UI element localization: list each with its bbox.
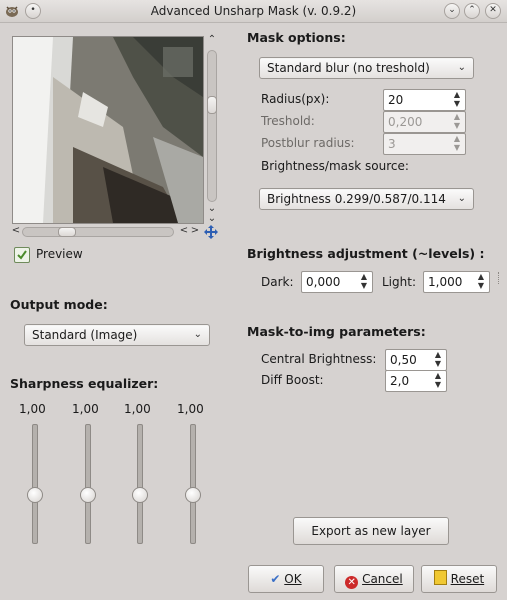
equalizer-value-label: 1,00 — [72, 402, 99, 416]
output-mode-heading: Output mode: — [10, 297, 108, 312]
spin-arrows-icon: ▲ ▼ — [453, 112, 461, 130]
close-icon[interactable]: ✕ — [485, 3, 501, 19]
postblur-spinbox: 3 ▲ ▼ — [383, 133, 466, 155]
horizontal-scroll-track[interactable] — [22, 227, 174, 237]
vertical-scroll-thumb[interactable] — [207, 96, 217, 114]
light-value: 1,000 — [428, 275, 463, 289]
mask-source-select[interactable]: Brightness 0.299/0.587/0.114 ⌄ — [259, 188, 474, 210]
vertical-scroll-track[interactable] — [207, 50, 217, 202]
light-label: Light: — [382, 275, 416, 289]
equalizer-slider-knob[interactable] — [80, 487, 96, 503]
spin-arrows-icon[interactable]: ▲ ▼ — [451, 90, 463, 110]
treshold-value: 0,200 — [388, 115, 423, 129]
reset-icon — [433, 570, 447, 585]
spin-arrows-icon[interactable]: ▲ ▼ — [432, 350, 444, 370]
export-as-new-layer-button[interactable]: Export as new layer — [293, 517, 449, 545]
chevron-down-icon[interactable]: ⌄ — [444, 3, 460, 19]
spin-arrows-icon[interactable]: ▲ ▼ — [358, 272, 370, 292]
equalizer-slider-knob[interactable] — [27, 487, 43, 503]
dark-value: 0,000 — [306, 275, 341, 289]
move-arrows-icon[interactable] — [203, 224, 219, 240]
equalizer-slider-track[interactable] — [137, 424, 143, 544]
chevron-down-icon: ⌄ — [457, 193, 466, 204]
scroll-up-icon[interactable]: ⌃ — [206, 34, 218, 45]
panel-divider — [498, 272, 501, 284]
reset-label: Reset — [450, 572, 485, 586]
central-brightness-value: 0,50 — [390, 353, 417, 367]
preview-checkbox[interactable] — [14, 247, 30, 263]
equalizer-slider-track[interactable] — [190, 424, 196, 544]
mask-source-value: Brightness 0.299/0.587/0.114 — [267, 192, 446, 206]
spin-arrows-icon: ▲ ▼ — [453, 134, 461, 152]
mask-to-img-heading: Mask-to-img parameters: — [247, 324, 426, 339]
treshold-label: Treshold: — [261, 114, 315, 128]
diff-boost-value: 2,0 — [390, 374, 410, 388]
mask-options-heading: Mask options: — [247, 30, 346, 45]
equalizer-value-label: 1,00 — [124, 402, 151, 416]
blur-mode-select[interactable]: Standard blur (no treshold) ⌄ — [259, 57, 474, 79]
radius-value: 20 — [388, 93, 404, 107]
mask-source-label: Brightness/mask source: — [261, 159, 409, 173]
central-brightness-label: Central Brightness: — [261, 352, 377, 366]
chevron-up-icon[interactable]: ⌃ — [464, 3, 480, 19]
spin-arrows-icon[interactable]: ▲ ▼ — [475, 272, 487, 292]
postblur-label: Postblur radius: — [261, 136, 355, 150]
reset-button[interactable]: Reset — [421, 565, 497, 593]
central-brightness-spinbox[interactable]: 0,50 ▲ ▼ — [385, 349, 447, 371]
ok-button[interactable]: ✔ OK — [248, 565, 324, 593]
dark-spinbox[interactable]: 0,000 ▲ ▼ — [301, 271, 373, 293]
preview-label[interactable]: Preview — [36, 247, 83, 261]
equalizer-value-label: 1,00 — [177, 402, 204, 416]
radius-label: Radius(px): — [261, 92, 330, 106]
sharpness-equalizer-heading: Sharpness equalizer: — [10, 376, 159, 391]
radius-spinbox[interactable]: 20 ▲ ▼ — [383, 89, 466, 111]
spin-arrows-icon[interactable]: ▲ ▼ — [432, 371, 444, 391]
preview-vertical-scrollbar[interactable]: ⌃ ⌄ ⌄ — [206, 34, 218, 224]
window-title: Advanced Unsharp Mask (v. 0.9.2) — [150, 4, 357, 18]
horizontal-scroll-thumb[interactable] — [58, 227, 76, 237]
postblur-value: 3 — [388, 137, 396, 151]
equalizer-slider-knob[interactable] — [185, 487, 201, 503]
chevron-down-icon: ⌄ — [193, 329, 202, 340]
equalizer-slider-knob[interactable] — [132, 487, 148, 503]
dark-label: Dark: — [261, 275, 294, 289]
brightness-adjustment-heading: Brightness adjustment (~levels) : — [247, 246, 485, 261]
diff-boost-label: Diff Boost: — [261, 373, 324, 387]
checkmark-icon: ✔ — [270, 572, 281, 586]
title-bar: • Advanced Unsharp Mask (v. 0.9.2) ⌄ ⌃ ✕ — [0, 0, 507, 23]
cancel-button[interactable]: ✕ Cancel — [334, 565, 414, 593]
chevron-down-icon: ⌄ — [457, 62, 466, 73]
cancel-label: Cancel — [362, 572, 403, 586]
diff-boost-spinbox[interactable]: 2,0 ▲ ▼ — [385, 370, 447, 392]
treshold-spinbox: 0,200 ▲ ▼ — [383, 111, 466, 133]
equalizer-slider-track[interactable] — [85, 424, 91, 544]
preview-image[interactable] — [12, 36, 204, 224]
output-mode-select[interactable]: Standard (Image) ⌄ — [24, 324, 210, 346]
cancel-icon: ✕ — [345, 576, 359, 589]
scroll-down-icon[interactable]: ⌄ — [206, 213, 218, 224]
ok-label: OK — [284, 572, 302, 586]
scroll-left-icon[interactable]: < — [10, 225, 22, 236]
equalizer-slider-track[interactable] — [32, 424, 38, 544]
blur-mode-value: Standard blur (no treshold) — [267, 61, 430, 75]
output-mode-value: Standard (Image) — [32, 328, 138, 342]
equalizer-value-label: 1,00 — [19, 402, 46, 416]
light-spinbox[interactable]: 1,000 ▲ ▼ — [423, 271, 490, 293]
scroll-right-icon[interactable]: > — [189, 225, 201, 236]
preview-horizontal-scrollbar[interactable]: < < > — [12, 225, 201, 238]
